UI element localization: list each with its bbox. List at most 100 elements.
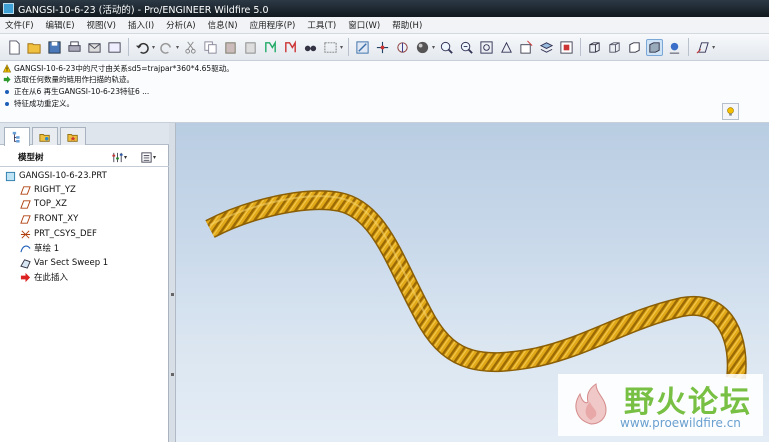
menu-tools[interactable]: 工具(T) bbox=[307, 19, 336, 31]
model-tree-title: 模型树 bbox=[18, 152, 44, 163]
no-hidden-icon[interactable] bbox=[626, 39, 643, 56]
part-icon bbox=[5, 171, 16, 182]
tree-node-label: 在此插入 bbox=[34, 273, 69, 283]
tree-show-button[interactable]: ▾ bbox=[140, 150, 156, 164]
menu-applications[interactable]: 应用程序(P) bbox=[250, 19, 296, 31]
menu-help[interactable]: 帮助(H) bbox=[392, 19, 422, 31]
bullet-icon bbox=[3, 88, 11, 96]
tree-node-sweep[interactable]: Var Sect Sweep 1 bbox=[20, 256, 108, 270]
menu-insert[interactable]: 插入(I) bbox=[128, 19, 154, 31]
folder-browser-icon bbox=[39, 133, 50, 142]
datum-plane-icon bbox=[20, 199, 31, 210]
watermark-url: www.proewildfire.cn bbox=[620, 416, 741, 430]
view-manager-icon[interactable] bbox=[518, 39, 535, 56]
model-tree-header: 模型树 ▾ ▾ bbox=[0, 147, 169, 167]
zoom-out-icon[interactable] bbox=[458, 39, 475, 56]
email-icon[interactable] bbox=[86, 39, 103, 56]
new-file-icon[interactable] bbox=[6, 39, 23, 56]
warning-icon bbox=[3, 64, 11, 73]
copy-icon[interactable] bbox=[202, 39, 219, 56]
datum-plane-icon bbox=[20, 214, 31, 225]
appearance-dropdown-icon[interactable]: ▾ bbox=[432, 44, 435, 51]
tree-node-sketch[interactable]: 草绘 1 bbox=[20, 241, 59, 255]
flame-logo-icon bbox=[575, 383, 607, 425]
sweep-icon bbox=[20, 258, 31, 269]
app-icon bbox=[3, 3, 14, 14]
main-toolbar: ▾ ▾ ▾ ▾ ▾ bbox=[0, 34, 769, 61]
reorient-icon[interactable] bbox=[498, 39, 515, 56]
menu-analysis[interactable]: 分析(A) bbox=[166, 19, 195, 31]
tree-node-insert-here[interactable]: 在此插入 bbox=[20, 270, 68, 284]
paste-icon[interactable] bbox=[222, 39, 239, 56]
tree-settings-button[interactable]: ▾ bbox=[111, 150, 127, 164]
redo-icon[interactable] bbox=[158, 39, 175, 56]
menu-view[interactable]: 视图(V) bbox=[87, 19, 116, 31]
wireframe-icon[interactable] bbox=[586, 39, 603, 56]
sketch-icon bbox=[20, 243, 31, 254]
message-text: 特征成功重定义。 bbox=[14, 99, 74, 108]
tree-node-top-plane[interactable]: TOP_XZ bbox=[20, 197, 67, 211]
print-icon[interactable] bbox=[66, 39, 83, 56]
zoom-in-icon[interactable] bbox=[438, 39, 455, 56]
cut-icon[interactable] bbox=[182, 39, 199, 56]
message-area: GANGSI-10-6-23中的尺寸由关系sd5=trajpar*360*4.6… bbox=[0, 61, 769, 123]
select-dropdown-icon[interactable]: ▾ bbox=[340, 44, 343, 51]
hidden-line-icon[interactable] bbox=[606, 39, 623, 56]
window-icon[interactable] bbox=[106, 39, 123, 56]
tree-node-label: PRT_CSYS_DEF bbox=[34, 229, 97, 239]
tab-model-tree[interactable] bbox=[4, 127, 30, 146]
tree-node-right-plane[interactable]: RIGHT_YZ bbox=[20, 183, 76, 197]
navigator-panel: 模型树 ▾ ▾ GANGSI-10-6-23.PRT RIGHT_YZ TOP_… bbox=[0, 123, 169, 442]
tree-node-part[interactable]: GANGSI-10-6-23.PRT bbox=[5, 169, 107, 183]
toolbar-separator bbox=[580, 38, 582, 56]
splitter-grip bbox=[171, 373, 174, 376]
tab-favorites[interactable] bbox=[60, 127, 86, 145]
message-line: 正在从6 再生GANGSI-10-6-23特征6 ... bbox=[3, 86, 149, 97]
select-box-icon[interactable] bbox=[322, 39, 339, 56]
regen-manager-icon[interactable] bbox=[282, 39, 299, 56]
undo-icon[interactable] bbox=[134, 39, 151, 56]
tab-folder-browser[interactable] bbox=[32, 127, 58, 145]
appearance-icon[interactable] bbox=[414, 39, 431, 56]
datum-plane-icon[interactable] bbox=[694, 39, 711, 56]
menu-info[interactable]: 信息(N) bbox=[208, 19, 238, 31]
save-icon[interactable] bbox=[46, 39, 63, 56]
open-file-icon[interactable] bbox=[26, 39, 43, 56]
enhanced-realism-icon[interactable] bbox=[666, 39, 683, 56]
message-text: GANGSI-10-6-23中的尺寸由关系sd5=trajpar*360*4.6… bbox=[14, 64, 234, 73]
watermark-text: 野火论坛 bbox=[624, 385, 752, 420]
menu-edit[interactable]: 编辑(E) bbox=[46, 19, 75, 31]
layers-icon[interactable] bbox=[538, 39, 555, 56]
lightbulb-icon[interactable] bbox=[722, 103, 739, 120]
bullet-icon bbox=[3, 100, 11, 108]
message-line: 选取任何数量的链用作扫描的轨迹。 bbox=[3, 74, 134, 85]
datum-plane-icon bbox=[20, 185, 31, 196]
toolbar-separator bbox=[688, 38, 690, 56]
favorites-icon bbox=[67, 133, 78, 142]
tree-node-csys[interactable]: PRT_CSYS_DEF bbox=[20, 227, 97, 241]
tree-node-label: Var Sect Sweep 1 bbox=[34, 258, 109, 268]
csys-icon bbox=[20, 229, 31, 240]
shading-icon[interactable] bbox=[646, 38, 664, 56]
menu-bar: 文件(F) 编辑(E) 视图(V) 插入(I) 分析(A) 信息(N) 应用程序… bbox=[0, 17, 769, 34]
show-icon bbox=[141, 151, 152, 163]
spin-center-icon[interactable] bbox=[374, 39, 391, 56]
menu-file[interactable]: 文件(F) bbox=[5, 19, 34, 31]
redo-dropdown-icon[interactable]: ▾ bbox=[176, 44, 179, 51]
panel-splitter[interactable] bbox=[169, 123, 176, 442]
tree-node-label: RIGHT_YZ bbox=[34, 185, 76, 195]
repaint-icon[interactable] bbox=[354, 39, 371, 56]
paste-special-icon[interactable] bbox=[242, 39, 259, 56]
refit-icon[interactable] bbox=[478, 39, 495, 56]
tree-node-label: GANGSI-10-6-23.PRT bbox=[19, 171, 107, 181]
tree-node-front-plane[interactable]: FRONT_XY bbox=[20, 212, 78, 226]
saved-views-icon[interactable] bbox=[558, 39, 575, 56]
find-icon[interactable] bbox=[302, 39, 319, 56]
undo-dropdown-icon[interactable]: ▾ bbox=[152, 44, 155, 51]
menu-window[interactable]: 窗口(W) bbox=[348, 19, 380, 31]
datum-dropdown-icon[interactable]: ▾ bbox=[712, 44, 715, 51]
arrow-icon bbox=[3, 75, 11, 84]
title-bar: GANGSI-10-6-23 (活动的) - Pro/ENGINEER Wild… bbox=[0, 0, 769, 17]
orient-icon[interactable] bbox=[394, 39, 411, 56]
regenerate-icon[interactable] bbox=[262, 39, 279, 56]
